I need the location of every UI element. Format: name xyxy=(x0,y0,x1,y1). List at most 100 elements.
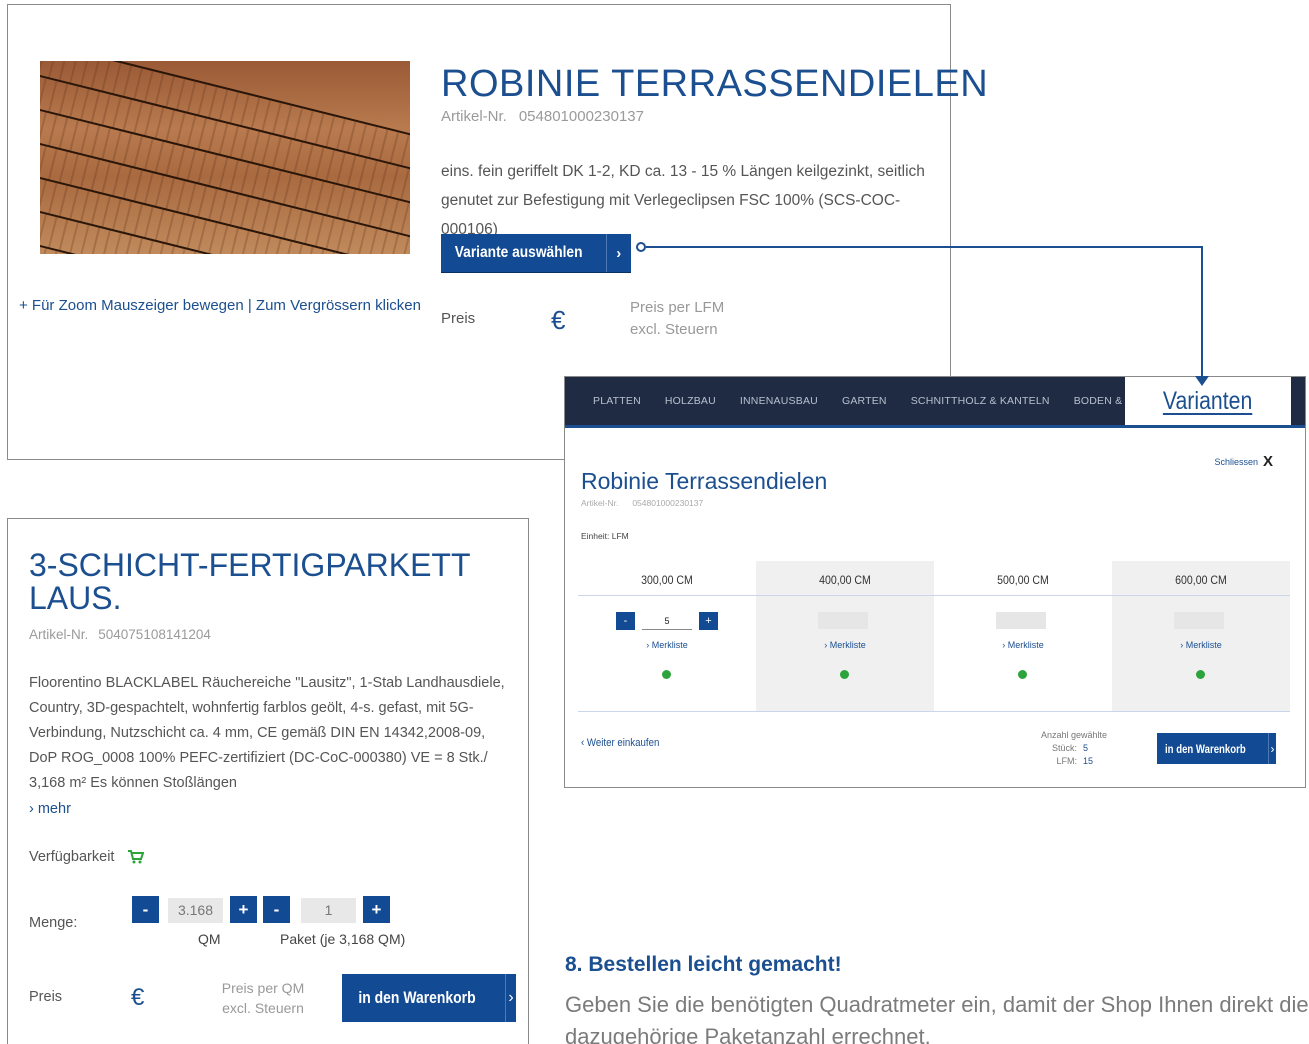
variant-column: 500,00 CM › Merkliste xyxy=(934,561,1112,711)
article-number: Artikel-Nr. 054801000230137 xyxy=(441,108,644,125)
availability-dot-icon xyxy=(1018,670,1027,679)
product-description: Floorentino BLACKLABEL Räuchereiche "Lau… xyxy=(29,675,505,791)
article-label: Artikel-Nr. xyxy=(29,627,89,642)
lfm-label: LFM: xyxy=(1056,756,1077,766)
decrement-button[interactable]: - xyxy=(616,612,635,630)
product-title: 3-SCHICHT-FERTIGPARKETT LAUS. xyxy=(29,547,470,616)
merkliste-link[interactable]: › Merkliste xyxy=(934,640,1112,650)
article-number: Artikel-Nr. 504075108141204 xyxy=(29,627,211,642)
nav-item-schnittholz[interactable]: SCHNITTHOLZ & KANTELN xyxy=(911,395,1050,407)
chevron-right-icon: › xyxy=(504,974,516,1022)
quantity-label: Menge: xyxy=(29,915,78,931)
unit-label: Einheit: LFM xyxy=(581,531,629,541)
availability-dot-icon xyxy=(662,670,671,679)
summary-label: Anzahl gewählte xyxy=(1040,730,1107,740)
euro-icon: € xyxy=(131,984,145,1011)
qm-increment-button[interactable]: + xyxy=(230,896,257,923)
package-unit-label: Paket (je 3,168 QM) xyxy=(280,931,406,947)
package-increment-button[interactable]: + xyxy=(363,896,390,923)
qm-input[interactable]: 3.168 xyxy=(168,898,223,923)
description-line: eins. fein geriffelt DK 1-2, KD ca. 13 -… xyxy=(441,163,925,180)
chevron-right-icon: › xyxy=(1267,733,1276,764)
product-description: eins. fein geriffelt DK 1-2, KD ca. 13 -… xyxy=(441,157,946,244)
add-to-cart-button[interactable]: in den Warenkorb › xyxy=(342,974,516,1022)
divider xyxy=(578,595,1290,596)
qm-unit-label: QM xyxy=(198,931,221,947)
variant-length: 300,00 CM xyxy=(641,573,693,587)
nav-item-platten[interactable]: PLATTEN xyxy=(593,395,641,407)
variant-column: 400,00 CM › Merkliste xyxy=(756,561,934,711)
merkliste-link[interactable]: › Merkliste xyxy=(1112,640,1290,650)
chevron-right-icon: › xyxy=(605,234,631,272)
price-unit: Preis per QM xyxy=(221,980,305,996)
price-unit: Preis per LFM xyxy=(630,299,725,316)
select-variant-button[interactable]: Variante auswählen › xyxy=(441,234,631,272)
quantity-input[interactable]: 5 xyxy=(642,612,692,630)
caption-text: Geben Sie die benötigten Quadratmeter ei… xyxy=(565,992,1309,1044)
package-decrement-button[interactable]: - xyxy=(263,896,290,923)
quantity-input[interactable] xyxy=(1174,612,1224,629)
divider xyxy=(578,711,1290,712)
close-icon: X xyxy=(1262,453,1273,470)
summary-row: Stück: 5 xyxy=(997,742,1107,755)
quantity-input[interactable] xyxy=(996,612,1046,629)
cart-icon xyxy=(128,850,145,864)
quantity-input[interactable] xyxy=(818,612,868,629)
variants-panel: PLATTEN HOLZBAU INNENAUSBAU GARTEN SCHNI… xyxy=(564,376,1306,788)
article-value: 054801000230137 xyxy=(518,108,644,125)
variant-column: 600,00 CM › Merkliste xyxy=(1112,561,1290,711)
add-to-cart-button[interactable]: in den Warenkorb › xyxy=(1157,733,1276,764)
package-input[interactable]: 1 xyxy=(301,898,356,923)
close-label: Schliessen xyxy=(1214,456,1258,467)
nav-item-holzbau[interactable]: HOLZBAU xyxy=(665,395,716,407)
availability-label: Verfügbarkeit xyxy=(29,849,115,865)
variant-column: 300,00 CM - 5 + › Merkliste xyxy=(578,561,756,711)
continue-shopping-link[interactable]: ‹ Weiter einkaufen xyxy=(581,737,659,749)
availability-dot-icon xyxy=(840,670,849,679)
price-info: Preis per QM excl. Steuern xyxy=(215,978,311,1018)
nav-item-garten[interactable]: GARTEN xyxy=(842,395,887,407)
article-value: 504075108141204 xyxy=(98,627,211,642)
article-label: Artikel-Nr. xyxy=(581,498,619,508)
increment-button[interactable]: + xyxy=(699,612,718,630)
selection-summary: Anzahl gewählte Stück: 5 LFM: 15 xyxy=(997,729,1107,768)
zoom-hint-link[interactable]: + Für Zoom Mauszeiger bewegen | Zum Verg… xyxy=(19,297,421,314)
add-to-cart-label: in den Warenkorb xyxy=(1165,741,1246,756)
variants-title: Robinie Terrassendielen xyxy=(581,468,828,494)
pieces-value: 5 xyxy=(1083,743,1089,753)
nav-item-innenausbau[interactable]: INNENAUSBAU xyxy=(740,395,818,407)
price-info: Preis per LFM excl. Steuern xyxy=(630,297,724,341)
price-label: Preis xyxy=(29,989,63,1005)
summary-row: LFM: 15 xyxy=(997,755,1107,768)
connector-dot xyxy=(636,242,646,252)
select-variant-label: Variante auswählen xyxy=(454,244,583,261)
connector-line xyxy=(646,246,1203,248)
price-tax: excl. Steuern xyxy=(222,1000,304,1016)
lfm-value: 15 xyxy=(1083,756,1094,766)
close-button[interactable]: Schliessen X xyxy=(1214,453,1273,470)
availability-dot-icon xyxy=(1196,670,1205,679)
merkliste-link[interactable]: › Merkliste xyxy=(756,640,934,650)
add-to-cart-label: in den Warenkorb xyxy=(358,988,476,1007)
arrow-down-icon xyxy=(1195,376,1209,386)
availability: Verfügbarkeit xyxy=(29,849,145,865)
pieces-label: Stück: xyxy=(1051,743,1077,753)
caption-title: 8. Bestellen leicht gemacht! xyxy=(565,953,842,976)
tab-varianten-label: Varianten xyxy=(1163,386,1253,415)
article-label: Artikel-Nr. xyxy=(441,108,507,125)
product-title: ROBINIE TERRASSENDIELEN xyxy=(441,63,989,105)
price-tax: excl. Steuern xyxy=(630,321,718,338)
qm-decrement-button[interactable]: - xyxy=(132,896,159,923)
euro-icon: € xyxy=(551,305,566,335)
variant-grid: 300,00 CM - 5 + › Merkliste 400,00 CM › … xyxy=(578,561,1290,711)
variant-length: 500,00 CM xyxy=(997,573,1049,587)
more-link[interactable]: › mehr xyxy=(29,801,71,817)
variant-length: 600,00 CM xyxy=(1175,573,1227,587)
price-label: Preis xyxy=(441,310,476,327)
product-image-wood-decking[interactable] xyxy=(40,61,410,254)
article-value: 054801000230137 xyxy=(632,498,704,508)
article-number: Artikel-Nr. 054801000230137 xyxy=(581,498,703,508)
variant-length: 400,00 CM xyxy=(819,573,871,587)
nav-divider xyxy=(565,425,1305,428)
merkliste-link[interactable]: › Merkliste xyxy=(578,640,756,650)
